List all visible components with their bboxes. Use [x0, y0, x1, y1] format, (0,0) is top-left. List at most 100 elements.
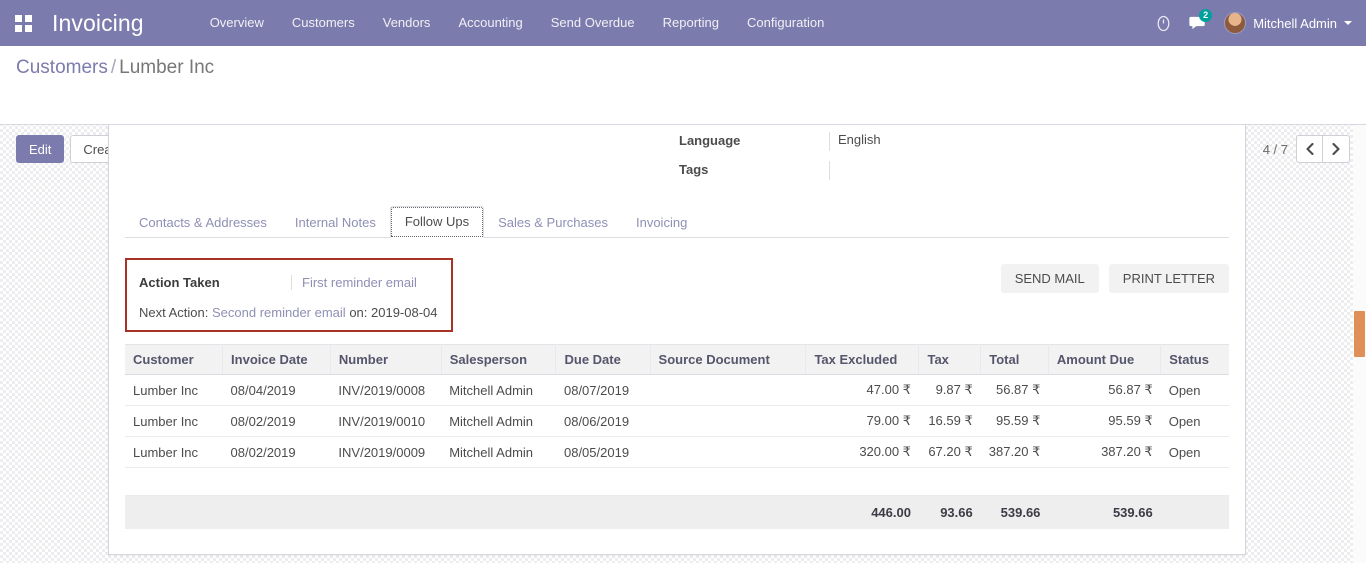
- notebook-tabs: Contacts & Addresses Internal Notes Foll…: [125, 205, 1229, 238]
- total-cell-empty-5: [555, 495, 651, 529]
- vertical-scrollbar[interactable]: [1353, 125, 1366, 563]
- field-tags: Tags: [679, 161, 1229, 180]
- cell-status: Open: [1160, 436, 1229, 468]
- cell-due-date: 08/07/2019: [555, 374, 651, 406]
- column-header-customer[interactable]: Customer: [125, 344, 224, 375]
- tab-internal-notes[interactable]: Internal Notes: [281, 208, 390, 238]
- column-header-number[interactable]: Number: [330, 344, 442, 375]
- tab-invoicing[interactable]: Invoicing: [622, 208, 701, 238]
- chevron-down-icon: [1344, 21, 1352, 25]
- tab-contacts-addresses[interactable]: Contacts & Addresses: [125, 208, 281, 238]
- user-menu[interactable]: Mitchell Admin: [1214, 12, 1358, 34]
- table-footer: 446.00 93.66 539.66 539.66: [125, 495, 1229, 529]
- next-action-date: 2019-08-04: [371, 305, 438, 320]
- cell-tax-excluded: 47.00 ₹: [805, 374, 919, 406]
- followup-summary-area: Action Taken First reminder email Next A…: [125, 258, 1229, 332]
- apps-grid-icon[interactable]: [8, 8, 38, 38]
- total-cell-empty-1: [125, 495, 223, 529]
- column-header-amount-due[interactable]: Amount Due: [1048, 344, 1162, 375]
- table-header-row: Customer Invoice Date Number Salesperson…: [125, 344, 1229, 375]
- total-amount-due: 539.66: [1048, 495, 1161, 529]
- breadcrumb: Customers / Lumber Inc: [16, 57, 214, 79]
- app-brand-title[interactable]: Invoicing: [52, 10, 144, 37]
- breadcrumb-item-customers[interactable]: Customers: [16, 57, 108, 78]
- menu-item-reporting[interactable]: Reporting: [649, 0, 733, 46]
- menu-item-send-overdue[interactable]: Send Overdue: [537, 0, 649, 46]
- field-label-tags: Tags: [679, 162, 709, 177]
- field-value-language[interactable]: English: [829, 132, 1229, 151]
- column-header-total[interactable]: Total: [980, 344, 1049, 375]
- table-row[interactable]: Lumber Inc 08/04/2019 INV/2019/0008 Mitc…: [125, 374, 1229, 406]
- cell-customer: Lumber Inc: [125, 405, 223, 437]
- table-row[interactable]: Lumber Inc 08/02/2019 INV/2019/0009 Mitc…: [125, 436, 1229, 468]
- messages-count-badge: 2: [1199, 9, 1213, 22]
- cell-total: 56.87 ₹: [980, 374, 1049, 406]
- cell-status: Open: [1160, 405, 1229, 437]
- field-label-language: Language: [679, 133, 741, 148]
- menu-item-configuration[interactable]: Configuration: [733, 0, 838, 46]
- column-header-tax[interactable]: Tax: [918, 344, 982, 375]
- cell-customer: Lumber Inc: [125, 374, 223, 406]
- cell-salesperson: Mitchell Admin: [441, 374, 556, 406]
- menu-item-customers[interactable]: Customers: [278, 0, 369, 46]
- user-name-label: Mitchell Admin: [1253, 15, 1337, 31]
- next-action-on-label: on:: [349, 305, 368, 320]
- column-header-tax-excluded[interactable]: Tax Excluded: [805, 344, 920, 375]
- control-panel: Customers/Lumber Inc Edit Create Print A…: [0, 46, 1366, 163]
- tab-sales-purchases[interactable]: Sales & Purchases: [484, 208, 622, 238]
- cell-tax-excluded: 320.00 ₹: [805, 436, 919, 468]
- cell-amount-due: 56.87 ₹: [1048, 374, 1161, 406]
- next-action-value[interactable]: Second reminder email: [212, 305, 346, 320]
- table-row[interactable]: Lumber Inc 08/02/2019 INV/2019/0010 Mitc…: [125, 405, 1229, 437]
- total-cell-empty-4: [441, 495, 556, 529]
- column-header-salesperson[interactable]: Salesperson: [441, 344, 557, 375]
- column-header-status[interactable]: Status: [1160, 344, 1229, 375]
- chat-bubble-icon[interactable]: 2: [1180, 0, 1214, 46]
- cell-amount-due: 387.20 ₹: [1048, 436, 1161, 468]
- total-cell-empty-6: [650, 495, 806, 529]
- tab-follow-ups[interactable]: Follow Ups: [389, 206, 485, 238]
- followup-buttons: SEND MAIL PRINT LETTER: [991, 264, 1229, 293]
- form-scroll-area: Language English Tags Contacts & Address…: [0, 125, 1352, 563]
- main-menu: Overview Customers Vendors Accounting Se…: [196, 0, 839, 46]
- menu-item-vendors[interactable]: Vendors: [369, 0, 445, 46]
- field-value-tags[interactable]: [829, 161, 1229, 180]
- cell-number: INV/2019/0008: [330, 374, 442, 406]
- form-top-fields: Language English Tags: [109, 125, 1245, 185]
- cell-salesperson: Mitchell Admin: [441, 436, 556, 468]
- cell-tax: 16.59 ₹: [918, 405, 981, 437]
- total-cell-empty-2: [222, 495, 331, 529]
- action-taken-value[interactable]: First reminder email: [291, 274, 417, 290]
- print-letter-button[interactable]: PRINT LETTER: [1108, 264, 1229, 293]
- cell-tax: 67.20 ₹: [918, 436, 981, 468]
- cell-customer: Lumber Inc: [125, 436, 223, 468]
- column-header-invoice-date[interactable]: Invoice Date: [222, 344, 331, 375]
- navbar-right-tools: 2 Mitchell Admin: [1146, 0, 1358, 46]
- table-body: Lumber Inc 08/04/2019 INV/2019/0008 Mitc…: [125, 374, 1229, 496]
- cell-salesperson: Mitchell Admin: [441, 405, 556, 437]
- form-sheet: Language English Tags Contacts & Address…: [108, 125, 1246, 555]
- notebook: Contacts & Addresses Internal Notes Foll…: [125, 205, 1229, 529]
- send-mail-button[interactable]: SEND MAIL: [1000, 264, 1099, 293]
- cell-status: Open: [1160, 374, 1229, 406]
- cell-source-document: [650, 374, 806, 406]
- field-language: Language English: [679, 132, 1229, 151]
- invoice-list-table: Customer Invoice Date Number Salesperson…: [125, 344, 1229, 529]
- column-header-due-date[interactable]: Due Date: [555, 344, 651, 375]
- breadcrumb-separator: /: [110, 57, 117, 78]
- total-tax-excluded: 446.00: [805, 495, 919, 529]
- cell-invoice-date: 08/02/2019: [222, 405, 331, 437]
- column-header-source-document[interactable]: Source Document: [650, 344, 807, 375]
- clock-icon[interactable]: [1146, 0, 1180, 46]
- menu-item-accounting[interactable]: Accounting: [444, 0, 536, 46]
- cell-due-date: 08/06/2019: [555, 405, 651, 437]
- cell-invoice-date: 08/04/2019: [222, 374, 331, 406]
- cell-number: INV/2019/0009: [330, 436, 442, 468]
- menu-item-overview[interactable]: Overview: [196, 0, 278, 46]
- top-navbar: Invoicing Overview Customers Vendors Acc…: [0, 0, 1366, 46]
- scrollbar-thumb[interactable]: [1354, 311, 1365, 357]
- total-tax: 93.66: [918, 495, 981, 529]
- action-taken-label: Action Taken: [139, 274, 220, 290]
- cell-number: INV/2019/0010: [330, 405, 442, 437]
- total-total: 539.66: [980, 495, 1049, 529]
